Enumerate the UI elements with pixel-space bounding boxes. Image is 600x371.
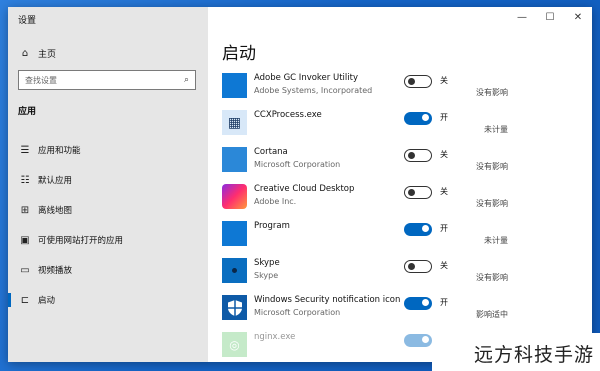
default-apps-icon: ☷: [20, 174, 30, 186]
startup-app-row: ▦ CCXProcess.exe 开 未计量: [222, 106, 522, 143]
app-publisher: Microsoft Corporation: [254, 160, 341, 169]
app-icon: [222, 147, 247, 172]
toggle-state-label: 关: [440, 150, 448, 159]
startup-app-row: Cortana Microsoft Corporation 关 没有影响: [222, 143, 522, 180]
sidebar-item-label: 离线地图: [38, 206, 73, 216]
sidebar-item-default-apps[interactable]: ☷ 默认应用: [8, 165, 208, 195]
app-name: Skype: [254, 258, 280, 268]
sidebar-item-apps-features[interactable]: ☰ 应用和功能: [8, 135, 208, 165]
app-name: Cortana: [254, 147, 288, 157]
startup-app-row: Windows Security notification icon Micro…: [222, 291, 522, 328]
sidebar-item-label: 启动: [38, 296, 56, 306]
startup-impact: 影响适中: [476, 310, 508, 319]
watermark-text: 远方科技手游: [473, 344, 594, 366]
toggle-state-label: 关: [440, 261, 448, 270]
home-link[interactable]: ⌂ 主页: [18, 45, 56, 61]
app-name: Windows Security notification icon: [254, 295, 401, 305]
startup-app-row: Program 开 未计量: [222, 217, 522, 254]
startup-app-list: Adobe GC Invoker Utility Adobe Systems, …: [222, 69, 522, 362]
startup-toggle[interactable]: [404, 334, 432, 347]
startup-toggle[interactable]: [404, 297, 432, 310]
startup-toggle[interactable]: [404, 223, 432, 236]
startup-app-row: Adobe GC Invoker Utility Adobe Systems, …: [222, 69, 522, 106]
maximize-icon[interactable]: ☐: [536, 7, 564, 27]
startup-impact: 没有影响: [476, 162, 508, 171]
app-icon: ▦: [222, 110, 247, 135]
app-publisher: Skype: [254, 271, 279, 280]
startup-impact: 没有影响: [476, 88, 508, 97]
window-title: 设置: [18, 16, 37, 26]
app-name: Creative Cloud Desktop: [254, 184, 355, 194]
startup-app-row: Skype Skype 关 没有影响: [222, 254, 522, 291]
sidebar-item-label: 默认应用: [38, 176, 73, 186]
settings-window: 设置 ⌂ 主页 查找设置 ⌕ 应用 ☰ 应用和功能 ☷ 默认应用 ⊞ 离线地图: [8, 7, 592, 362]
toggle-state-label: 开: [440, 298, 448, 307]
startup-icon: ⊏: [20, 294, 30, 306]
app-icon: [222, 258, 247, 283]
startup-impact: 没有影响: [476, 273, 508, 282]
sidebar-nav: ☰ 应用和功能 ☷ 默认应用 ⊞ 离线地图 ▣ 可使用网站打开的应用 ▭ 视频播…: [8, 135, 208, 315]
app-publisher: Microsoft Corporation: [254, 308, 341, 317]
section-title: 应用: [18, 107, 37, 117]
sidebar-item-video-playback[interactable]: ▭ 视频播放: [8, 255, 208, 285]
app-name: CCXProcess.exe: [254, 110, 322, 120]
close-icon[interactable]: ✕: [564, 7, 592, 27]
sidebar-item-label: 应用和功能: [38, 146, 81, 156]
startup-toggle[interactable]: [404, 75, 432, 88]
app-icon: [222, 73, 247, 98]
search-input[interactable]: 查找设置 ⌕: [18, 70, 196, 90]
startup-toggle[interactable]: [404, 186, 432, 199]
startup-impact: 没有影响: [476, 199, 508, 208]
search-icon: ⌕: [183, 75, 189, 85]
app-name: Adobe GC Invoker Utility: [254, 73, 358, 83]
startup-toggle[interactable]: [404, 149, 432, 162]
app-name: nginx.exe: [254, 332, 296, 342]
toggle-state-label: 开: [440, 224, 448, 233]
video-playback-icon: ▭: [20, 264, 30, 276]
app-publisher: Adobe Systems, Incorporated: [254, 86, 373, 95]
startup-impact: 未计量: [484, 125, 508, 134]
sidebar-item-apps-for-websites[interactable]: ▣ 可使用网站打开的应用: [8, 225, 208, 255]
minimize-icon[interactable]: —: [508, 7, 536, 27]
home-label: 主页: [38, 49, 57, 60]
app-icon: [222, 184, 247, 209]
app-icon: [222, 295, 247, 320]
sidebar-item-offline-maps[interactable]: ⊞ 离线地图: [8, 195, 208, 225]
search-placeholder: 查找设置: [25, 75, 57, 85]
app-name: Program: [254, 221, 290, 231]
sidebar-item-startup[interactable]: ⊏ 启动: [8, 285, 208, 315]
app-publisher: Adobe Inc.: [254, 197, 297, 206]
toggle-state-label: 关: [440, 187, 448, 196]
page-title: 启动: [222, 44, 256, 64]
toggle-state-label: 关: [440, 76, 448, 85]
apps-features-icon: ☰: [20, 144, 30, 156]
startup-toggle[interactable]: [404, 260, 432, 273]
watermark: 远方科技手游: [432, 333, 600, 371]
offline-maps-icon: ⊞: [20, 204, 30, 216]
app-icon: [222, 221, 247, 246]
toggle-state-label: 开: [440, 113, 448, 122]
sidebar: 设置 ⌂ 主页 查找设置 ⌕ 应用 ☰ 应用和功能 ☷ 默认应用 ⊞ 离线地图: [8, 7, 208, 362]
startup-app-row: Creative Cloud Desktop Adobe Inc. 关 没有影响: [222, 180, 522, 217]
sidebar-item-label: 视频播放: [38, 266, 73, 276]
apps-for-websites-icon: ▣: [20, 234, 30, 246]
home-icon: ⌂: [21, 47, 29, 59]
window-controls: — ☐ ✕: [508, 7, 592, 27]
startup-toggle[interactable]: [404, 112, 432, 125]
startup-impact: 未计量: [484, 236, 508, 245]
app-icon: ◎: [222, 332, 247, 357]
sidebar-item-label: 可使用网站打开的应用: [38, 236, 124, 246]
main-panel: — ☐ ✕ 启动 Adobe GC Invoker Utility Adobe …: [208, 7, 592, 362]
